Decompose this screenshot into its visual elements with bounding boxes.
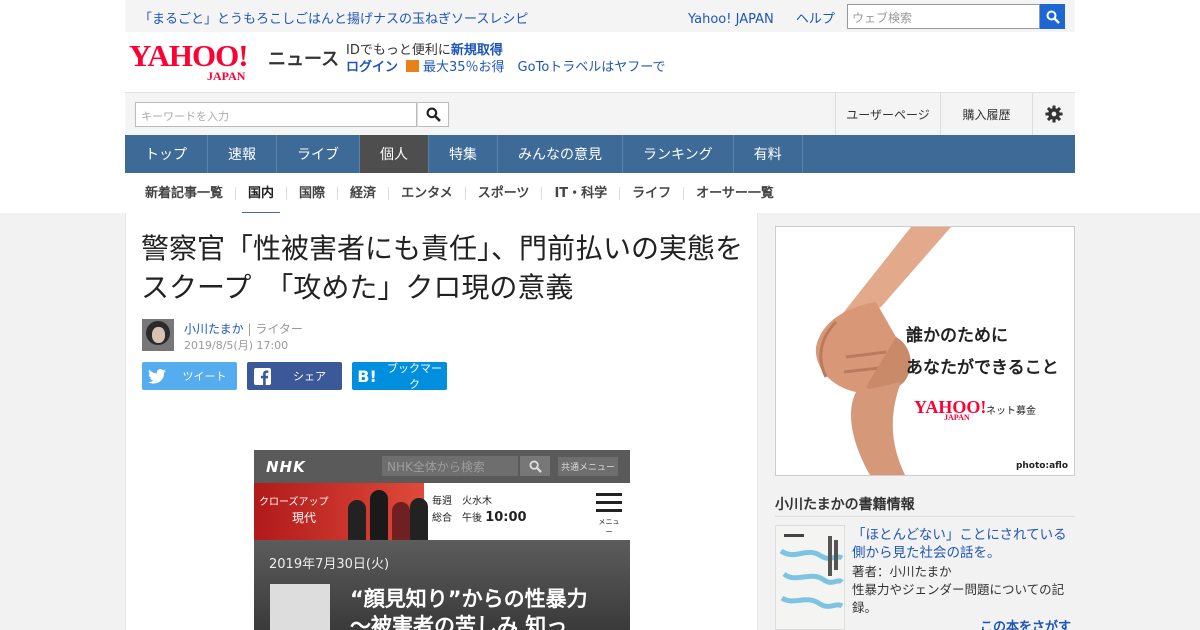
author-avatar[interactable] bbox=[142, 319, 174, 351]
search-row: キーワードを入力 ユーザーページ 購入履歴 bbox=[125, 92, 1075, 135]
nhk-search-placeholder: NHK全体から検索 bbox=[382, 456, 518, 476]
register-link[interactable]: 新規取得 bbox=[451, 43, 503, 58]
hatena-bookmark-button[interactable]: B! ブックマーク bbox=[352, 362, 447, 391]
article: 警察官「性被害者にも責任」、門前払いの実態をスクープ 「攻めた」クロ現の意義 小… bbox=[125, 213, 758, 630]
facebook-icon bbox=[247, 367, 277, 385]
nhk-logo: NHK bbox=[266, 458, 306, 476]
top-links: Yahoo! JAPAN ヘルプ bbox=[688, 8, 853, 27]
keyword-search-button[interactable] bbox=[417, 102, 449, 127]
id-promo: IDでもっと便利に新規取得 ログイン 最大35％お得 GoToトラベルはヤフーで bbox=[346, 42, 666, 76]
subtab-author-list[interactable]: オーサー一覧 bbox=[684, 187, 786, 200]
book-cover-illustration bbox=[779, 534, 844, 609]
yahoo-logo[interactable]: YAHOO! JAPAN bbox=[129, 40, 249, 83]
twitter-icon bbox=[142, 368, 172, 384]
search-icon bbox=[426, 107, 441, 122]
yahoo-japan-link[interactable]: Yahoo! JAPAN bbox=[688, 12, 774, 27]
subtab-sports[interactable]: スポーツ bbox=[466, 186, 543, 200]
nhk-search-icon bbox=[520, 456, 550, 476]
nhk-common-menu: 共通メニュー bbox=[558, 457, 618, 476]
sub-nav: 新着記事一覧 国内 国際 経済 エンタメ スポーツ IT・科学 ライフ オーサー… bbox=[125, 173, 1075, 215]
nhk-story-headline: “顔見知り”からの性暴力 〜被害者の苦しみ 知っ bbox=[350, 587, 588, 630]
author-role: | ライター bbox=[247, 322, 303, 336]
nhk-banner-line1: クローズアップ bbox=[259, 497, 329, 508]
article-date: 2019/8/5(月) 17:00 bbox=[184, 339, 289, 352]
tab-top[interactable]: トップ bbox=[125, 135, 208, 173]
ad-service-name: ネット募金 bbox=[986, 406, 1036, 417]
subtab-economy[interactable]: 経済 bbox=[338, 186, 390, 200]
book-title-link[interactable]: 「ほとんどない」ことにされている側から見た社会の話を。 bbox=[852, 526, 1074, 562]
subtab-life[interactable]: ライフ bbox=[620, 186, 685, 200]
top-bar: 「まるごと」とうもろこしごはんと揚げナスの玉ねぎソースレシピ Yahoo! JA… bbox=[125, 0, 1075, 32]
login-link[interactable]: ログイン bbox=[346, 60, 398, 75]
nhk-story-date: 2019年7月30日(火) bbox=[269, 557, 390, 572]
id-text: IDでもっと便利に bbox=[346, 43, 451, 58]
purchase-history-link[interactable]: 購入履歴 bbox=[940, 93, 1032, 135]
book-cover[interactable] bbox=[775, 525, 845, 630]
promo-link[interactable]: 「まるごと」とうもろこしごはんと揚げナスの玉ねぎソースレシピ bbox=[139, 8, 528, 27]
program-hosts-image bbox=[344, 487, 428, 540]
web-search-button[interactable] bbox=[1040, 4, 1065, 29]
sidebar-ad[interactable]: 誰かのために あなたができること YAHOO! JAPAN ネット募金 photo… bbox=[775, 226, 1075, 476]
subtab-international[interactable]: 国際 bbox=[287, 186, 339, 200]
subtab-domestic[interactable]: 国内 bbox=[236, 186, 288, 215]
masthead: YAHOO! JAPAN ニュース IDでもっと便利に新規取得 ログイン 最大35… bbox=[125, 32, 1075, 92]
hatena-bookmark-label: ブックマーク bbox=[387, 362, 442, 391]
user-page-link[interactable]: ユーザーページ bbox=[835, 93, 940, 135]
search-icon bbox=[1046, 10, 1060, 24]
hatena-bookmark-icon: B! bbox=[357, 366, 377, 386]
tab-live[interactable]: ライブ bbox=[277, 135, 360, 173]
article-title: 警察官「性被害者にも責任」、門前払いの実態をスクープ 「攻めた」クロ現の意義 bbox=[141, 232, 744, 304]
nhk-schedule: 毎週 火水木 総合 午後 10:00 bbox=[432, 496, 527, 525]
subtab-it-science[interactable]: IT・科学 bbox=[542, 186, 621, 200]
campaign-link[interactable]: 最大35％お得 GoToトラベルはヤフーで bbox=[423, 60, 665, 75]
settings-button[interactable] bbox=[1032, 93, 1075, 135]
tab-breaking[interactable]: 速報 bbox=[208, 135, 277, 173]
subtab-new-articles[interactable]: 新着記事一覧 bbox=[133, 186, 237, 200]
keyword-search-input[interactable]: キーワードを入力 bbox=[135, 102, 417, 127]
ad-copy: 誰かのために あなたができること bbox=[906, 326, 1059, 378]
facebook-share-button[interactable]: シェア bbox=[247, 362, 342, 390]
nhk-banner-line2: 現代 bbox=[292, 511, 317, 525]
facebook-share-label: シェア bbox=[293, 370, 326, 383]
gift-icon bbox=[406, 60, 420, 72]
tab-features[interactable]: 特集 bbox=[429, 135, 498, 173]
nhk-story-thumbnail bbox=[270, 584, 330, 630]
book-description: 著者：小川たまか 性暴力やジェンダー問題についての記録。 bbox=[852, 564, 1065, 615]
ad-photo-credit: photo:aflo bbox=[1015, 461, 1068, 471]
tab-paid[interactable]: 有料 bbox=[734, 135, 803, 173]
tab-individual[interactable]: 個人 bbox=[360, 135, 429, 173]
article-embedded-image: NHK NHK全体から検索 共通メニュー クローズアップ 現代 毎週 火水木 総… bbox=[254, 450, 630, 630]
tab-opinions[interactable]: みんなの意見 bbox=[498, 135, 623, 173]
tweet-label: ツイート bbox=[182, 370, 227, 383]
category-nav: トップ 速報 ライブ 個人 特集 みんなの意見 ランキング 有料 bbox=[125, 135, 1075, 173]
tweet-button[interactable]: ツイート bbox=[142, 362, 237, 390]
find-book-link[interactable]: この本をさがす bbox=[980, 616, 1071, 630]
author-name[interactable]: 小川たまか bbox=[184, 322, 244, 336]
help-link[interactable]: ヘルプ bbox=[796, 12, 835, 27]
divider bbox=[775, 516, 1075, 517]
tab-ranking[interactable]: ランキング bbox=[623, 135, 734, 173]
ad-yahoo-logo: YAHOO! JAPAN bbox=[914, 397, 987, 422]
subtab-entertainment[interactable]: エンタメ bbox=[389, 186, 466, 200]
gear-icon bbox=[1045, 105, 1063, 123]
book-info-heading: 小川たまかの書籍情報 bbox=[775, 497, 915, 513]
nhk-menu-icon: メニュー bbox=[596, 493, 622, 537]
news-section-label[interactable]: ニュース bbox=[268, 45, 339, 71]
author-line: 小川たまか | ライター bbox=[184, 320, 303, 337]
web-search-input[interactable]: ウェブ検索 bbox=[847, 4, 1040, 29]
